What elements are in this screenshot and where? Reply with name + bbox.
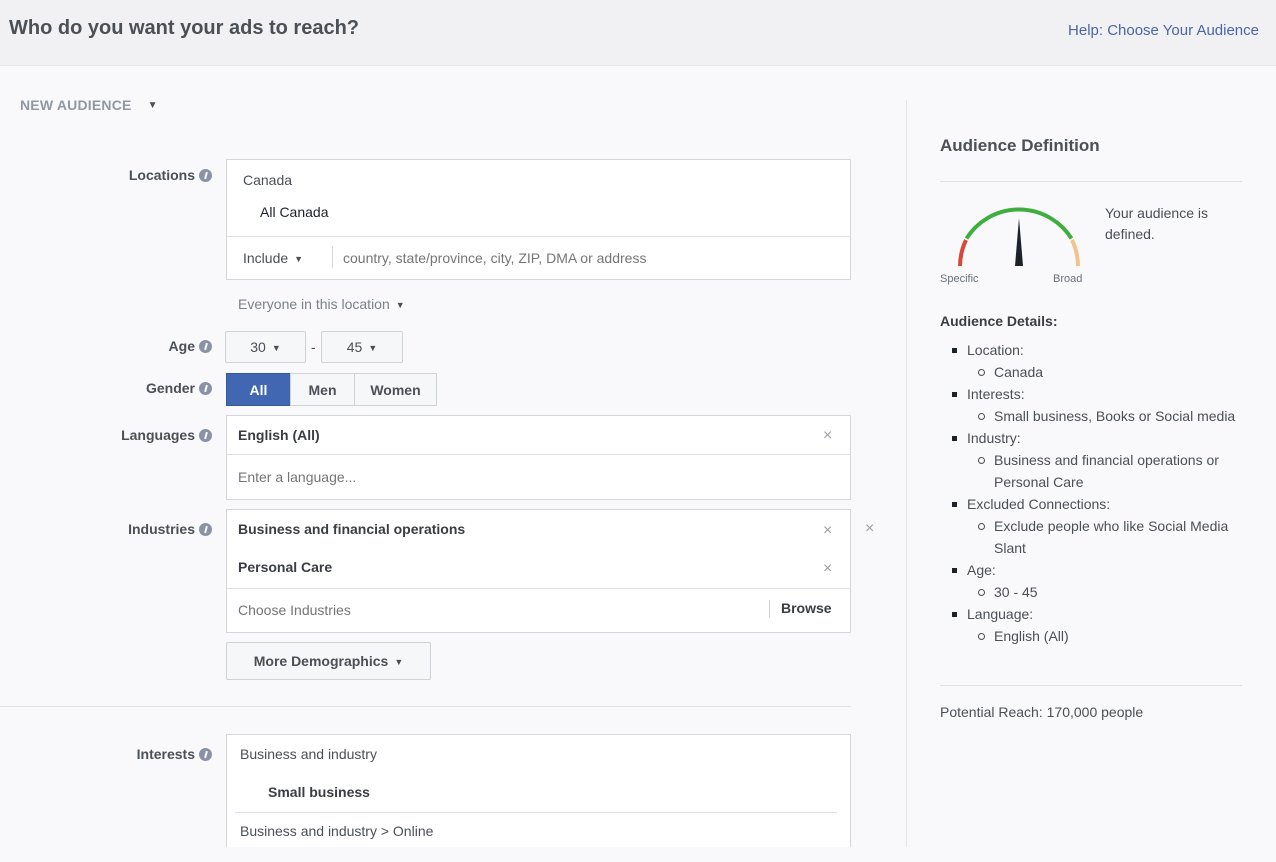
chevron-down-icon: ▼ xyxy=(271,343,281,353)
help-link[interactable]: Help: Choose Your Audience xyxy=(1068,22,1259,39)
include-dropdown[interactable]: Include ▼ xyxy=(243,250,303,266)
location-audience-dropdown[interactable]: Everyone in this location ▼ xyxy=(238,296,405,312)
gender-men-button[interactable]: Men xyxy=(290,373,355,406)
gauge-specific-segment xyxy=(958,239,968,267)
industry-tag: Business and financial operations xyxy=(238,521,466,537)
browse-button[interactable]: Browse xyxy=(781,600,832,616)
gender-label: Gender xyxy=(146,380,212,396)
section-divider xyxy=(0,706,851,707)
info-icon[interactable] xyxy=(199,169,212,182)
chevron-down-icon: ▼ xyxy=(147,100,158,111)
page-header: Who do you want your ads to reach? Help:… xyxy=(0,0,1276,66)
language-input[interactable] xyxy=(238,466,828,488)
interest-category: Business and industry > Online xyxy=(240,823,434,839)
more-demographics-button[interactable]: More Demographics ▼ xyxy=(226,642,431,680)
detail-label: Language: xyxy=(940,603,1250,625)
industries-box: Business and financial operations × Pers… xyxy=(226,509,851,633)
detail-label: Excluded Connections: xyxy=(940,493,1250,515)
detail-value: Canada xyxy=(940,361,1250,383)
gauge-specific-label: Specific xyxy=(940,273,979,285)
info-icon[interactable] xyxy=(199,523,212,536)
age-label: Age xyxy=(169,338,212,354)
gender-women-button[interactable]: Women xyxy=(354,373,437,406)
detail-value: English (All) xyxy=(940,625,1250,647)
location-country: Canada xyxy=(243,172,293,188)
detail-label: Location: xyxy=(940,339,1250,361)
audience-details-list: Location: Canada Interests: Small busine… xyxy=(940,339,1250,647)
audience-definition-title: Audience Definition xyxy=(940,136,1100,155)
interest-category: Business and industry xyxy=(240,746,377,762)
location-selected: All Canada xyxy=(260,204,329,220)
info-icon[interactable] xyxy=(199,429,212,442)
gauge-broad-label: Broad xyxy=(1053,273,1083,285)
audience-selector-label: NEW AUDIENCE xyxy=(20,97,132,113)
info-icon[interactable] xyxy=(199,382,212,395)
age-min-dropdown[interactable]: 30 ▼ xyxy=(225,331,306,363)
gauge-broad-segment xyxy=(1070,239,1080,267)
language-tag: English (All) xyxy=(238,427,320,443)
chevron-down-icon: ▼ xyxy=(395,300,405,310)
chevron-down-icon: ▼ xyxy=(394,657,404,667)
remove-language-icon[interactable]: × xyxy=(823,428,832,444)
languages-box: English (All) × xyxy=(226,415,851,500)
age-separator: - xyxy=(311,339,316,355)
remove-industry-icon[interactable]: × xyxy=(823,523,832,539)
age-max-dropdown[interactable]: 45 ▼ xyxy=(321,331,403,363)
audience-gauge xyxy=(958,207,1080,267)
audience-details-title: Audience Details: xyxy=(940,313,1058,329)
remove-industry-icon[interactable]: × xyxy=(823,561,832,577)
detail-label: Age: xyxy=(940,559,1250,581)
languages-label: Languages xyxy=(121,427,212,443)
sidebar-divider xyxy=(906,100,907,850)
interests-label: Interests xyxy=(137,746,212,762)
location-search-input[interactable] xyxy=(343,246,833,270)
locations-label: Locations xyxy=(129,167,212,183)
interest-tag[interactable]: Small business xyxy=(268,784,370,800)
reach-divider xyxy=(940,685,1242,686)
browse-separator xyxy=(769,600,770,618)
audience-status: Your audience is defined. xyxy=(1105,205,1209,242)
detail-value: Small business, Books or Social media xyxy=(940,405,1250,427)
gauge-needle xyxy=(1015,218,1023,266)
potential-reach: Potential Reach: 170,000 people xyxy=(940,704,1144,720)
input-separator xyxy=(332,246,333,268)
page-title: Who do you want your ads to reach? xyxy=(9,17,360,39)
detail-value: 30 - 45 xyxy=(940,581,1250,603)
detail-label: Interests: xyxy=(940,383,1250,405)
detail-value: Exclude people who like Social Media Sla… xyxy=(940,515,1250,559)
bottom-fade xyxy=(0,847,1276,862)
sidebar-title-divider xyxy=(940,181,1242,182)
audience-selector[interactable]: NEW AUDIENCE ▼ xyxy=(20,97,158,113)
industry-input[interactable] xyxy=(238,598,758,622)
detail-value: Business and financial operations or Per… xyxy=(940,449,1250,493)
locations-box: Canada All Canada Include ▼ xyxy=(226,159,851,280)
info-icon[interactable] xyxy=(199,340,212,353)
remove-industries-section-icon[interactable]: × xyxy=(865,521,874,537)
gender-all-button[interactable]: All xyxy=(226,373,291,406)
info-icon[interactable] xyxy=(199,748,212,761)
industries-label: Industries xyxy=(128,521,212,537)
interests-box: Business and industry Small business Bus… xyxy=(226,734,851,862)
chevron-down-icon: ▼ xyxy=(294,254,304,264)
chevron-down-icon: ▼ xyxy=(368,343,378,353)
industry-tag: Personal Care xyxy=(238,559,333,575)
detail-label: Industry: xyxy=(940,427,1250,449)
